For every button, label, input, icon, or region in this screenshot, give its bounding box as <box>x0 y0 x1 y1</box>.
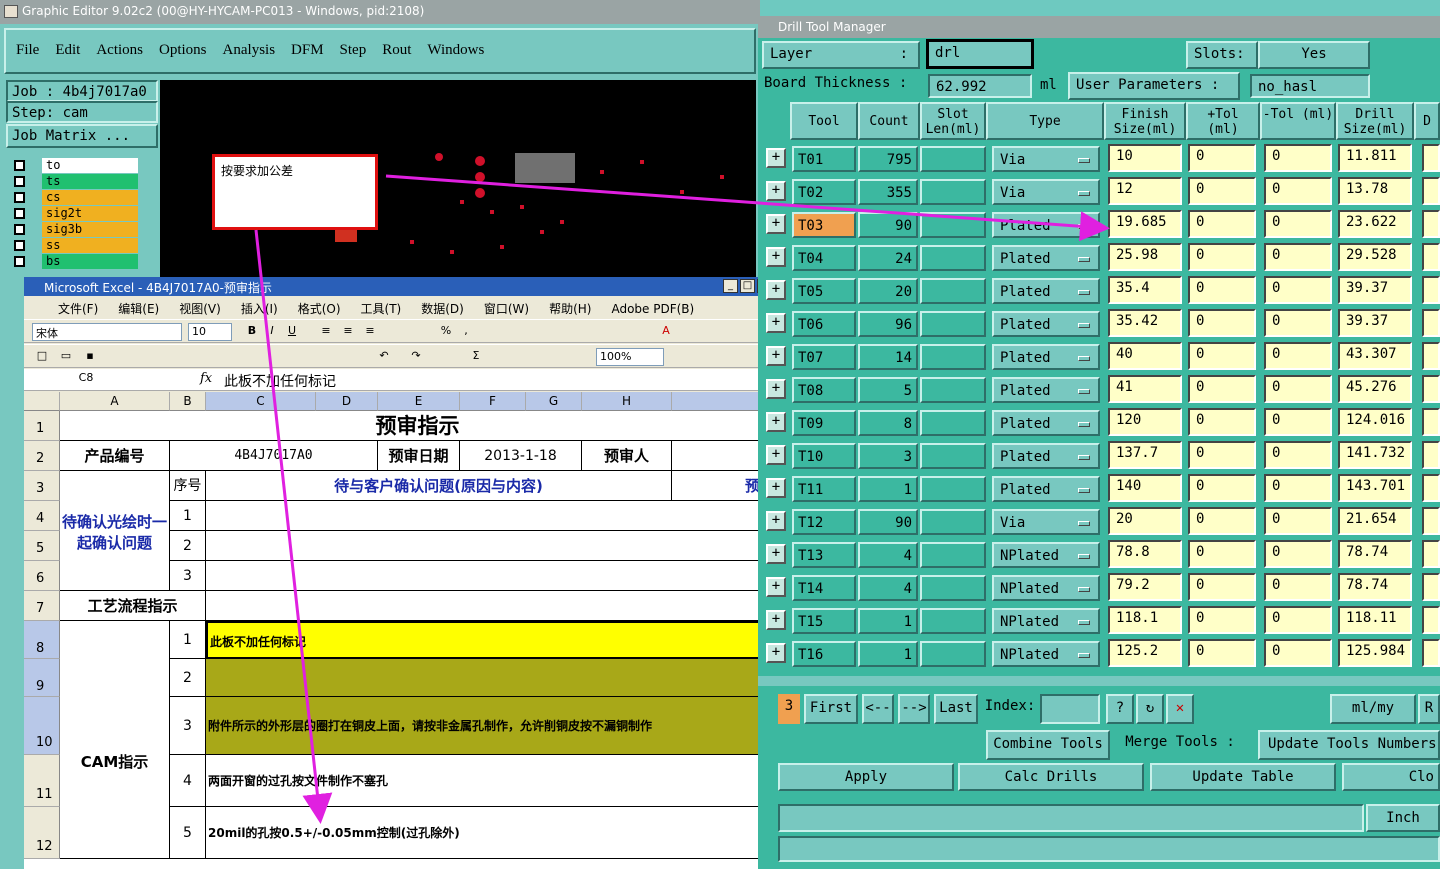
annotation-arrows <box>254 174 1110 824</box>
arrow-to-cam-item <box>254 229 333 824</box>
arrow-to-t03 <box>385 174 1110 242</box>
